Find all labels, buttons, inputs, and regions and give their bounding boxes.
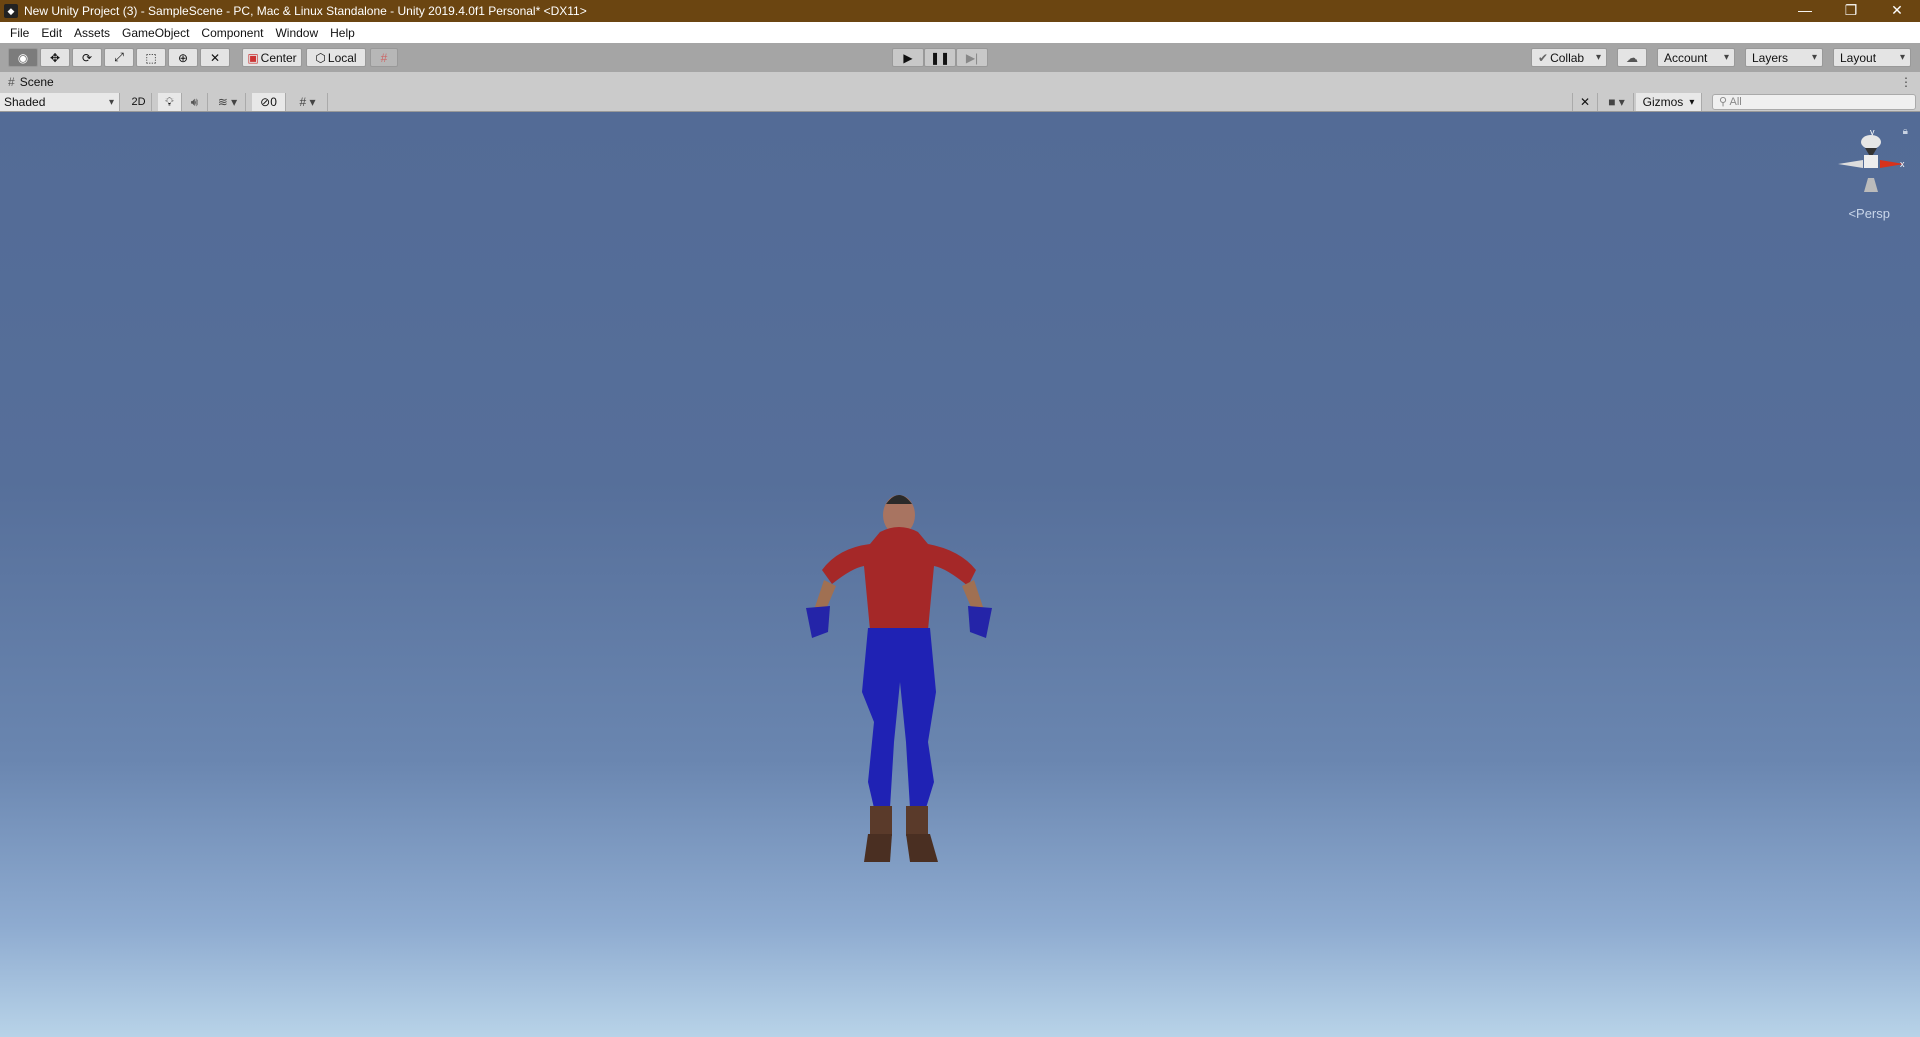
snap-button[interactable]: # <box>370 48 398 67</box>
tools-toggle[interactable]: ✕ <box>1572 93 1598 111</box>
unity-logo-icon: ◆ <box>4 4 18 18</box>
scene-grid-icon: # <box>8 75 15 89</box>
menu-assets[interactable]: Assets <box>68 26 116 40</box>
title-bar: ◆ New Unity Project (3) - SampleScene - … <box>0 0 1920 22</box>
step-button[interactable]: ▶| <box>956 48 988 67</box>
grid-icon: #︎ ▾ <box>299 95 316 109</box>
scene-tab-label: Scene <box>19 75 54 89</box>
eye-icon: ◉ <box>17 50 29 65</box>
axis-x-label: x <box>1900 159 1905 169</box>
bulb-icon: 💡︎ <box>165 94 174 109</box>
custom-tool-button[interactable]: ✕ <box>200 48 230 67</box>
move-icon: ✥ <box>49 50 61 65</box>
main-toolbar: ◉ ✥ ⟳ ⤢ ⬚ ⊕ ✕ ▣ Center ⬡ Local # ▶ ❚❚ ▶| ✔… <box>0 43 1920 72</box>
gizmos-dropdown[interactable]: Gizmos ▾ <box>1636 93 1702 111</box>
menu-help[interactable]: Help <box>324 26 361 40</box>
effects-dropdown[interactable]: ≋ ▾ <box>210 93 246 111</box>
restore-button[interactable]: ❐ <box>1828 0 1874 22</box>
more-options-icon[interactable]: ⋮ <box>1900 75 1912 89</box>
transform-tool-button[interactable]: ⊕ <box>168 48 198 67</box>
cube-icon: ⬡ <box>315 50 326 65</box>
character-model[interactable] <box>750 482 1040 892</box>
menu-file[interactable]: File <box>4 26 35 40</box>
pivot-center-button[interactable]: ▣ Center <box>242 48 302 67</box>
persp-text: Persp <box>1856 206 1890 221</box>
y-axis-cone[interactable] <box>1861 135 1881 149</box>
layers-dropdown[interactable]: Layers <box>1745 48 1823 67</box>
neg-y-axis-cone[interactable] <box>1864 178 1878 192</box>
menu-window[interactable]: Window <box>269 26 324 40</box>
window-title: New Unity Project (3) - SampleScene - PC… <box>24 4 587 18</box>
draw-mode-dropdown[interactable]: Shaded <box>0 93 120 111</box>
pivot-label: Center <box>260 50 297 65</box>
collab-label: Collab <box>1550 50 1585 65</box>
scene-search-input[interactable]: ⚲ All <box>1712 94 1916 110</box>
minimize-button[interactable]: — <box>1782 0 1828 22</box>
rotate-tool-button[interactable]: ⟳ <box>72 48 102 67</box>
tools-icon: ✕ <box>1579 95 1591 109</box>
collab-dropdown[interactable]: ✔ Collab <box>1531 48 1607 67</box>
view-tool-button[interactable]: ◉ <box>8 48 38 67</box>
2d-toggle[interactable]: 2D <box>126 93 152 111</box>
chevron-left-icon: < <box>1848 206 1857 221</box>
layers-label: Layers <box>1752 50 1789 65</box>
pause-button[interactable]: ❚❚ <box>924 48 956 67</box>
pivot-local-button[interactable]: ⬡ Local <box>306 48 366 67</box>
scene-toolbar: Shaded 2D 💡︎ 🔊︎ ≋ ▾ ⊘0 #︎ ▾ ✕ ■ ▾ Gizmos… <box>0 92 1920 112</box>
camera-icon: ■ ▾ <box>1608 95 1625 109</box>
transform-icon: ⊕ <box>177 50 189 65</box>
scale-tool-button[interactable]: ⤢ <box>104 48 134 67</box>
account-label: Account <box>1664 50 1708 65</box>
search-placeholder: All <box>1729 96 1742 108</box>
scene-tab[interactable]: # Scene ⋮ <box>0 72 1920 92</box>
scene-viewport[interactable]: 🔒︎ y x <Persp <box>0 112 1920 1037</box>
hidden-count: 0 <box>270 95 277 109</box>
gizmos-label: Gizmos <box>1642 95 1684 109</box>
camera-dropdown[interactable]: ■ ▾ <box>1600 93 1634 111</box>
menu-bar: File Edit Assets GameObject Component Wi… <box>0 22 1920 43</box>
check-icon: ✔ <box>1538 50 1549 65</box>
menu-gameobject[interactable]: GameObject <box>116 26 195 40</box>
close-button[interactable]: ✕ <box>1874 0 1920 22</box>
scale-icon: ⤢ <box>114 50 124 64</box>
eye-slash-icon: ⊘ <box>260 95 271 109</box>
layout-label: Layout <box>1840 50 1877 65</box>
play-button[interactable]: ▶ <box>892 48 924 67</box>
menu-edit[interactable]: Edit <box>35 26 68 40</box>
layout-dropdown[interactable]: Layout <box>1833 48 1911 67</box>
pivot-icon: ▣ <box>247 50 259 65</box>
space-label: Local <box>327 50 357 65</box>
2d-label: 2D <box>131 96 146 108</box>
lighting-toggle[interactable]: 💡︎ <box>158 93 182 111</box>
account-dropdown[interactable]: Account <box>1657 48 1735 67</box>
rect-icon: ⬚ <box>145 50 157 65</box>
play-icon: ▶ <box>903 50 913 65</box>
tools-icon: ✕ <box>209 50 221 65</box>
speaker-icon: 🔊︎ <box>190 94 199 109</box>
rect-tool-button[interactable]: ⬚ <box>136 48 166 67</box>
draw-mode-label: Shaded <box>4 95 46 109</box>
pause-icon: ❚❚ <box>929 50 951 65</box>
chevron-down-icon: ▾ <box>1689 96 1695 108</box>
menu-component[interactable]: Component <box>195 26 269 40</box>
grid-dropdown[interactable]: #︎ ▾ <box>288 93 328 111</box>
audio-toggle[interactable]: 🔊︎ <box>182 93 208 111</box>
step-icon: ▶| <box>965 50 979 65</box>
grid-snap-icon: # <box>380 50 388 65</box>
hidden-objects-toggle[interactable]: ⊘ 0 <box>252 93 286 111</box>
projection-label[interactable]: <Persp <box>1848 206 1890 221</box>
search-icon: ⚲ <box>1719 96 1730 108</box>
move-tool-button[interactable]: ✥ <box>40 48 70 67</box>
rotate-icon: ⟳ <box>81 50 93 65</box>
effects-icon: ≋ ▾ <box>217 95 238 109</box>
cloud-icon: ☁ <box>1626 50 1638 65</box>
cloud-button[interactable]: ☁ <box>1617 48 1647 67</box>
neg-x-axis-cone[interactable] <box>1838 160 1863 168</box>
